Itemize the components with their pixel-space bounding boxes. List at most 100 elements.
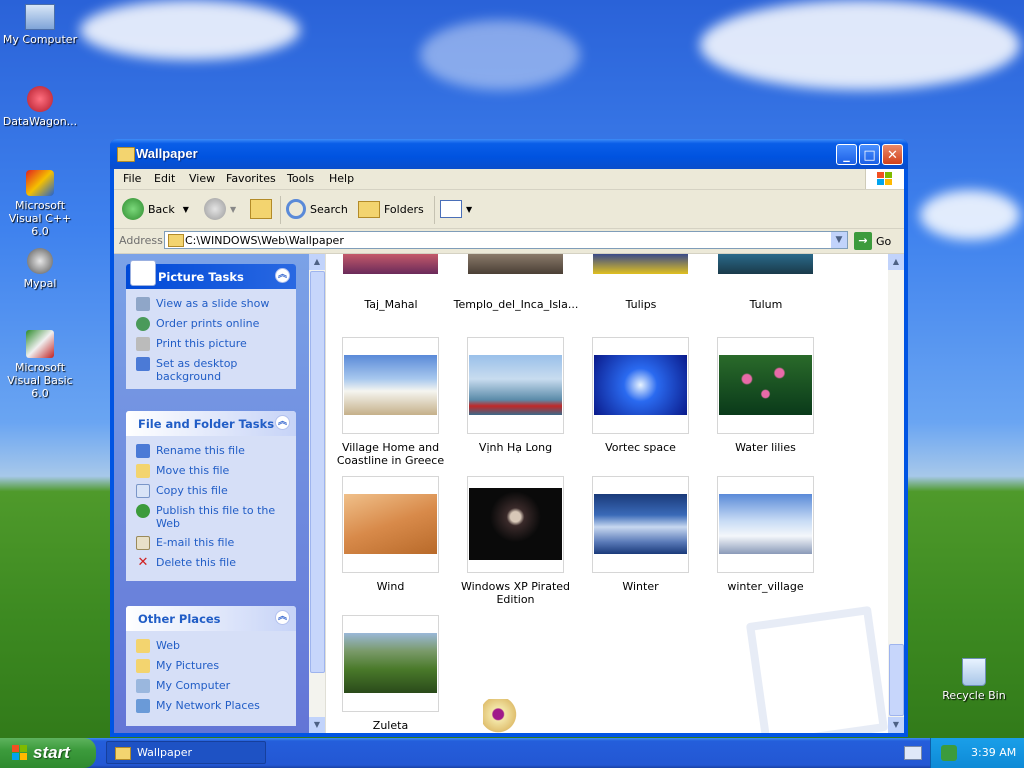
up-folder-button[interactable] <box>250 197 272 221</box>
thumbnail-image <box>594 494 687 554</box>
scroll-up-icon[interactable]: ▲ <box>309 254 325 270</box>
start-button[interactable]: start <box>0 738 96 768</box>
scroll-thumb[interactable] <box>310 271 325 673</box>
thumbnail-item[interactable]: Zuleta <box>328 615 453 732</box>
scroll-down-icon[interactable]: ▼ <box>309 717 325 733</box>
thumbnail-item[interactable]: Village Home and Coastline in Greece <box>328 337 453 467</box>
copy-icon <box>136 484 150 498</box>
other-places-header[interactable]: Other Places ︽ <box>126 606 296 631</box>
thumbnail-image <box>469 355 562 415</box>
file-folder-tasks-panel: File and Folder Tasks ︽ Rename this file… <box>126 411 296 581</box>
email-icon <box>136 536 150 550</box>
recycle-tray-icon[interactable] <box>941 745 957 761</box>
task-email-file[interactable]: E-mail this file <box>136 536 292 550</box>
views-icon <box>440 200 462 218</box>
collapse-icon[interactable]: ︽ <box>275 610 290 625</box>
scroll-down-icon[interactable]: ▼ <box>888 717 904 733</box>
picture-watermark-icon <box>745 605 889 733</box>
thumbnail-image <box>719 355 812 415</box>
place-my-pictures[interactable]: My Pictures <box>136 659 292 673</box>
desktop-icon-visual-cpp[interactable]: Microsoft Visual C++ 6.0 <box>0 170 80 238</box>
thumbnail-item[interactable]: Windows XP Pirated Edition <box>453 476 578 606</box>
left-scrollbar[interactable]: ▲ ▼ <box>309 254 326 733</box>
desktop-icon-datawagon[interactable]: DataWagon... <box>0 86 80 128</box>
thumbnail-image <box>594 355 687 415</box>
visual-basic-icon <box>26 330 54 358</box>
address-value: C:\WINDOWS\Web\Wallpaper <box>185 234 344 247</box>
thumbnail-item[interactable]: winter_village <box>703 476 828 593</box>
menu-favorites[interactable]: Favorites <box>226 172 276 185</box>
clock[interactable]: 3:39 AM <box>971 746 1016 759</box>
thumbnail-partial <box>468 254 563 274</box>
go-button[interactable]: → Go <box>854 231 891 251</box>
folder-icon <box>115 747 131 760</box>
thumbnail-image <box>719 494 812 554</box>
back-button[interactable]: Back ▼ <box>122 197 189 221</box>
desktop-icon-visual-basic[interactable]: Microsoft Visual Basic 6.0 <box>0 330 80 400</box>
vertical-scrollbar[interactable]: ▲ ▼ <box>888 254 904 733</box>
file-caption[interactable]: Templo_del_Inca_Isla... <box>449 298 583 311</box>
task-rename-file[interactable]: Rename this file <box>136 444 292 458</box>
minimize-button[interactable]: _ <box>836 144 857 165</box>
address-input[interactable]: C:\WINDOWS\Web\Wallpaper ▼ <box>164 231 848 249</box>
forward-arrow-icon <box>204 198 226 220</box>
collapse-icon[interactable]: ︽ <box>275 268 290 283</box>
task-set-desktop-background[interactable]: Set as desktop background <box>136 357 292 383</box>
close-button[interactable]: ✕ <box>882 144 903 165</box>
sheep-icon <box>483 699 521 733</box>
scroll-thumb[interactable] <box>889 644 904 716</box>
forward-button[interactable]: ▼ <box>204 197 236 221</box>
cloud <box>700 0 1020 90</box>
taskbar-item-wallpaper[interactable]: Wallpaper <box>106 741 266 764</box>
picture-tasks-header[interactable]: Picture Tasks ︽ <box>126 260 296 289</box>
file-caption[interactable]: Tulips <box>586 298 696 311</box>
place-my-computer[interactable]: My Computer <box>136 679 292 693</box>
collapse-icon[interactable]: ︽ <box>275 415 290 430</box>
chevron-down-icon: ▼ <box>230 204 237 214</box>
computer-icon <box>136 679 150 693</box>
task-move-file[interactable]: Move this file <box>136 464 292 478</box>
task-publish-web[interactable]: Publish this file to the Web <box>136 504 292 530</box>
task-delete-file[interactable]: ✕ Delete this file <box>136 556 292 570</box>
task-view-slideshow[interactable]: View as a slide show <box>136 297 292 311</box>
menu-file[interactable]: File <box>123 172 141 185</box>
desktop-icon-recycle-bin[interactable]: Recycle Bin <box>934 658 1014 702</box>
menu-help[interactable]: Help <box>329 172 354 185</box>
task-print-picture[interactable]: Print this picture <box>136 337 292 351</box>
search-button[interactable]: Search <box>286 197 348 221</box>
menu-bar: File Edit View Favorites Tools Help <box>114 169 904 190</box>
menu-tools[interactable]: Tools <box>287 172 314 185</box>
datawagon-icon <box>27 86 53 112</box>
keyboard-icon[interactable] <box>904 746 922 760</box>
place-my-network[interactable]: My Network Places <box>136 699 292 713</box>
place-web[interactable]: Web <box>136 639 292 653</box>
chevron-down-icon[interactable]: ▼ <box>831 232 847 248</box>
views-button[interactable]: ▼ <box>440 197 472 221</box>
thumbnail-item[interactable]: Winter <box>578 476 703 593</box>
file-caption[interactable]: Taj_Mahal <box>336 298 446 311</box>
task-copy-file[interactable]: Copy this file <box>136 484 292 498</box>
menu-edit[interactable]: Edit <box>154 172 175 185</box>
menu-view[interactable]: View <box>189 172 215 185</box>
file-caption[interactable]: Tulum <box>711 298 821 311</box>
thumbnail-item[interactable]: Vortec space <box>578 337 703 454</box>
folders-icon <box>358 200 380 218</box>
thumbnail-item[interactable]: Vịnh Hạ Long <box>453 337 578 454</box>
thumbnail-item[interactable]: Wind <box>328 476 453 593</box>
thumbnail-item[interactable]: Water lilies <box>703 337 828 454</box>
file-folder-tasks-header[interactable]: File and Folder Tasks ︽ <box>126 411 296 436</box>
thumbnail-image <box>344 355 437 415</box>
delete-icon: ✕ <box>137 555 149 570</box>
file-view: ▲ ▼ Taj_Mahal Templo_del_Inca_Isla... Tu… <box>309 254 904 733</box>
folders-button[interactable]: Folders <box>358 197 424 221</box>
maximize-button[interactable]: □ <box>859 144 880 165</box>
other-places-panel: Other Places ︽ Web My Pictures My Comput… <box>126 606 296 726</box>
title-bar[interactable]: Wallpaper _ □ ✕ <box>110 139 908 169</box>
toolbar-separator <box>280 196 281 224</box>
thumbnail-partial <box>343 254 438 274</box>
desktop-icon-mypal[interactable]: Mypal <box>0 248 80 290</box>
task-order-prints[interactable]: Order prints online <box>136 317 292 331</box>
scroll-up-icon[interactable]: ▲ <box>888 254 904 270</box>
folder-icon <box>117 147 135 162</box>
desktop-icon-my-computer[interactable]: My Computer <box>0 4 80 46</box>
